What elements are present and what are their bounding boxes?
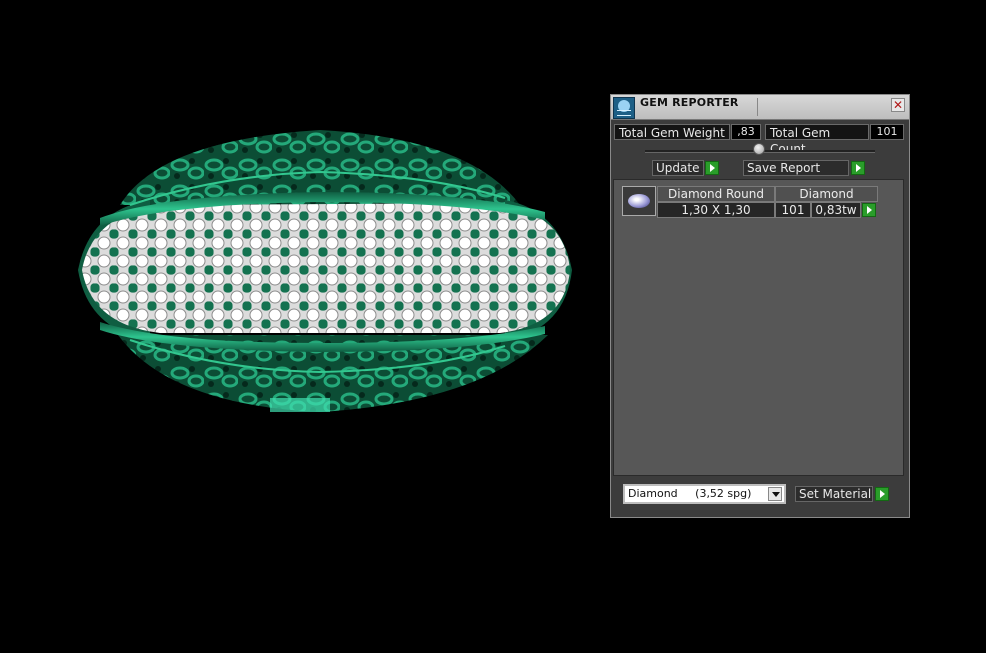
save-report-button[interactable]: Save Report	[743, 160, 849, 176]
gem-count-cell: 101	[775, 202, 811, 218]
gem-reporter-panel: GEM REPORTER ✕ Total Gem Weight ,83 Tota…	[610, 94, 910, 518]
update-button-label: Update	[656, 161, 700, 175]
3d-viewport[interactable]	[0, 0, 600, 649]
diamond-round-thumbnail-icon[interactable]	[622, 186, 656, 216]
column-header-shape: Diamond Round	[657, 186, 775, 202]
gem-row-play-icon[interactable]	[862, 203, 876, 217]
chevron-down-icon[interactable]	[768, 487, 782, 501]
set-material-play-icon[interactable]	[875, 487, 889, 501]
panel-title: GEM REPORTER	[640, 96, 739, 109]
close-icon[interactable]: ✕	[891, 98, 905, 112]
material-select[interactable]: Diamond (3,52 spg)	[623, 484, 786, 504]
gem-list[interactable]: Diamond Round Diamond 1,30 X 1,30 101 0,…	[613, 179, 904, 476]
gem-weight-cell: 0,83tw	[811, 202, 861, 218]
total-gem-count-value: 101	[870, 124, 904, 140]
save-report-button-label: Save Report	[747, 161, 821, 175]
title-divider	[757, 98, 758, 116]
panel-titlebar[interactable]: GEM REPORTER ✕	[611, 95, 909, 120]
set-material-button-label: Set Material	[799, 487, 872, 501]
update-button[interactable]: Update	[652, 160, 704, 176]
size-slider-handle[interactable]	[753, 143, 765, 155]
ring-render	[78, 130, 572, 412]
total-gem-weight-label: Total Gem Weight	[614, 124, 730, 140]
column-header-material: Diamond	[775, 186, 878, 202]
total-gem-weight-value: ,83	[731, 124, 761, 140]
update-play-icon[interactable]	[705, 161, 719, 175]
material-select-value: Diamond (3,52 spg)	[628, 487, 752, 500]
set-material-button[interactable]: Set Material	[795, 486, 873, 502]
gem-size-cell: 1,30 X 1,30	[657, 202, 775, 218]
total-gem-count-label: Total Gem Count	[765, 124, 869, 156]
save-report-play-icon[interactable]	[851, 161, 865, 175]
gem-reporter-app-icon	[613, 97, 635, 119]
